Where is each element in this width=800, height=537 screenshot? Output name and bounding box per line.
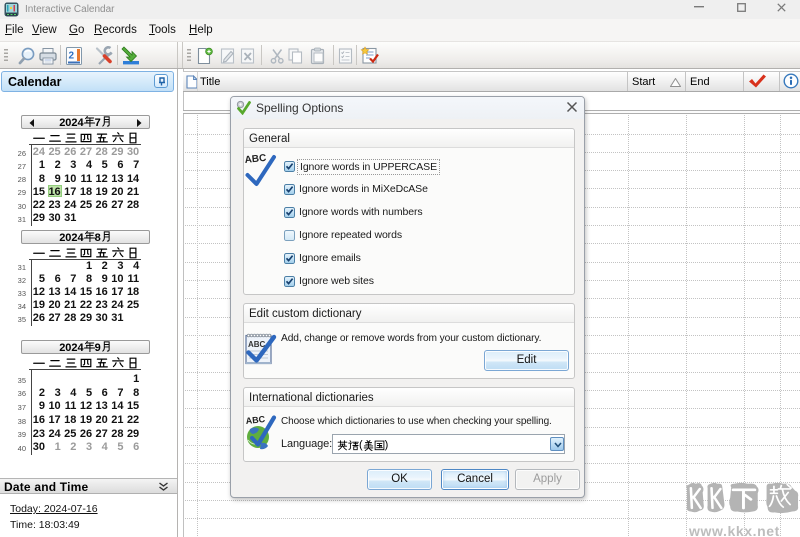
svg-text:2: 2 (69, 51, 75, 62)
svg-text:ABC: ABC (248, 340, 266, 349)
svg-text:ABC: ABC (244, 153, 267, 166)
svg-text:ABC: ABC (245, 414, 266, 426)
